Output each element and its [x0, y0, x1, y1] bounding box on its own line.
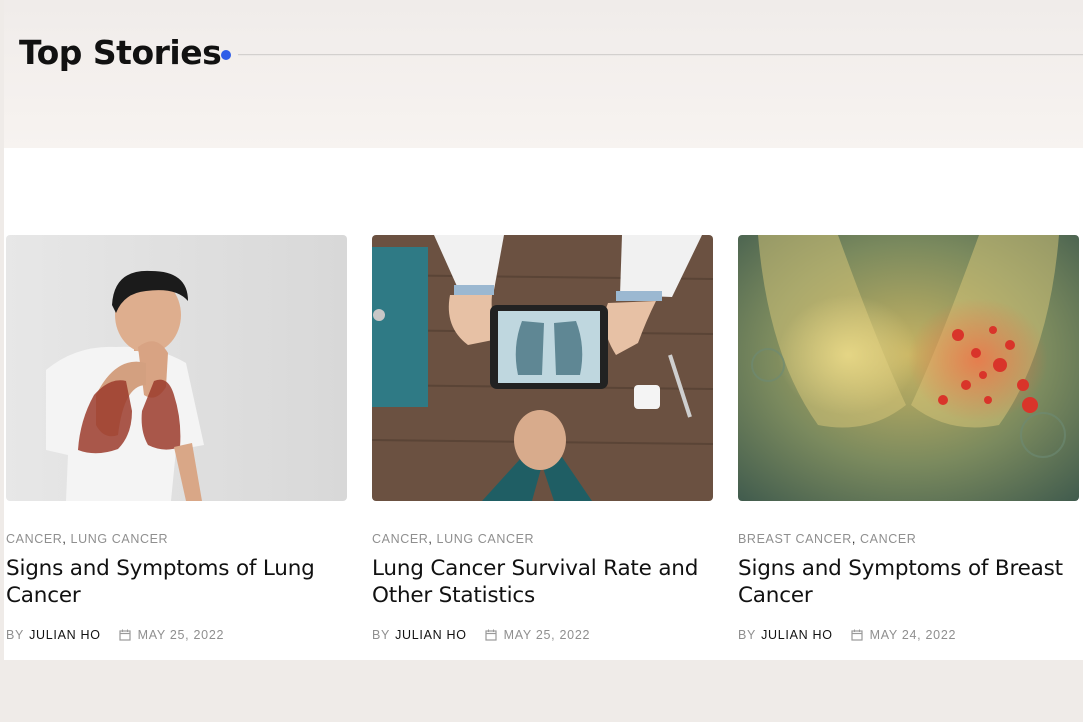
category-link[interactable]: CANCER [860, 532, 916, 546]
category-separator: , [428, 532, 433, 546]
category-list: CANCER, LUNG CANCER [372, 532, 713, 548]
calendar-icon [851, 629, 863, 641]
man-coughing-lungs-image [6, 235, 347, 501]
author-link[interactable]: JULIAN HO [761, 628, 833, 642]
doctor-tablet-xray-image [372, 235, 713, 501]
story-title-link[interactable]: Signs and Symptoms of Breast Cancer [738, 555, 1079, 609]
story-meta: BY JULIAN HO MAY 25, 2022 [372, 628, 590, 642]
story-thumbnail[interactable] [372, 235, 713, 501]
category-link[interactable]: CANCER [6, 532, 62, 546]
category-link[interactable]: LUNG CANCER [437, 532, 535, 546]
story-thumbnail[interactable] [6, 235, 347, 501]
publish-date: MAY 25, 2022 [137, 628, 225, 642]
author-link[interactable]: JULIAN HO [395, 628, 467, 642]
category-separator: , [62, 532, 67, 546]
category-link[interactable]: CANCER [372, 532, 428, 546]
story-card: BREAST CANCER, CANCER Signs and Symptoms… [738, 235, 1079, 642]
title-accent-dot [221, 50, 231, 60]
category-list: CANCER, LUNG CANCER [6, 532, 347, 548]
category-link[interactable]: BREAST CANCER [738, 532, 852, 546]
story-title-link[interactable]: Signs and Symptoms of Lung Cancer [6, 555, 347, 609]
story-meta: BY JULIAN HO MAY 25, 2022 [6, 628, 224, 642]
calendar-icon [485, 629, 497, 641]
story-meta: BY JULIAN HO MAY 24, 2022 [738, 628, 956, 642]
story-title-link[interactable]: Lung Cancer Survival Rate and Other Stat… [372, 555, 713, 609]
story-thumbnail[interactable] [738, 235, 1079, 501]
byline-prefix: BY [738, 628, 757, 642]
breast-cancer-illustration-image [738, 235, 1079, 501]
byline-prefix: BY [6, 628, 25, 642]
byline-prefix: BY [372, 628, 391, 642]
category-link[interactable]: LUNG CANCER [71, 532, 169, 546]
title-divider [238, 54, 1083, 56]
category-separator: , [851, 532, 856, 546]
story-card: CANCER, LUNG CANCER Lung Cancer Survival… [372, 235, 713, 642]
publish-date: MAY 24, 2022 [869, 628, 957, 642]
calendar-icon [119, 629, 131, 641]
section-title: Top Stories [19, 33, 222, 72]
publish-date: MAY 25, 2022 [503, 628, 591, 642]
story-card: CANCER, LUNG CANCER Signs and Symptoms o… [6, 235, 347, 642]
author-link[interactable]: JULIAN HO [29, 628, 101, 642]
category-list: BREAST CANCER, CANCER [738, 532, 1079, 548]
